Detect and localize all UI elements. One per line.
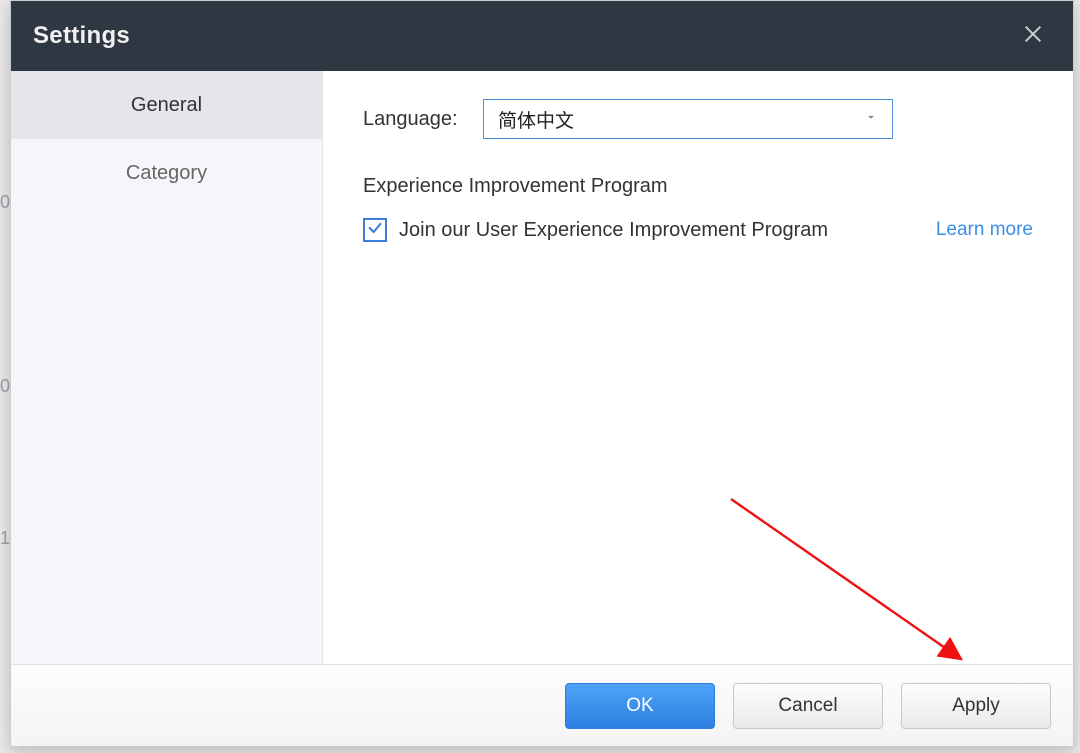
section-title: Experience Improvement Program — [363, 175, 1033, 198]
apply-button[interactable]: Apply — [901, 683, 1051, 729]
dialog-footer: OK Cancel Apply — [11, 664, 1073, 746]
settings-dialog: Settings General Category Language: 简体中文 — [10, 0, 1074, 747]
check-icon — [367, 220, 383, 241]
close-button[interactable] — [1015, 18, 1051, 54]
language-row: Language: 简体中文 — [363, 99, 1033, 139]
annotation-arrow — [723, 491, 983, 664]
background-text: 1 — [0, 528, 10, 549]
ok-button[interactable]: OK — [565, 683, 715, 729]
chevron-down-icon — [864, 110, 878, 129]
experience-checkbox-label: Join our User Experience Improvement Pro… — [399, 219, 828, 242]
button-label: Apply — [952, 695, 1000, 717]
dialog-title: Settings — [33, 22, 130, 50]
sidebar: General Category — [11, 71, 323, 664]
sidebar-tab-category[interactable]: Category — [11, 139, 322, 207]
button-label: Cancel — [778, 695, 837, 717]
content-panel: Language: 简体中文 Experience Improvement Pr… — [323, 71, 1073, 664]
titlebar: Settings — [11, 1, 1073, 71]
close-icon — [1022, 23, 1044, 50]
dialog-body: General Category Language: 简体中文 Experien… — [11, 71, 1073, 664]
cancel-button[interactable]: Cancel — [733, 683, 883, 729]
language-select-value: 简体中文 — [498, 106, 574, 133]
button-label: OK — [626, 695, 653, 717]
background-text: 0 — [0, 192, 10, 213]
experience-checkbox[interactable] — [363, 218, 387, 242]
background-text: 0 — [0, 376, 10, 397]
learn-more-link[interactable]: Learn more — [936, 219, 1033, 241]
sidebar-tab-label: General — [131, 94, 202, 117]
language-select[interactable]: 简体中文 — [483, 99, 893, 139]
language-label: Language: — [363, 108, 483, 131]
experience-checkbox-row: Join our User Experience Improvement Pro… — [363, 218, 1033, 242]
sidebar-tab-label: Category — [126, 162, 207, 185]
sidebar-tab-general[interactable]: General — [11, 71, 322, 139]
